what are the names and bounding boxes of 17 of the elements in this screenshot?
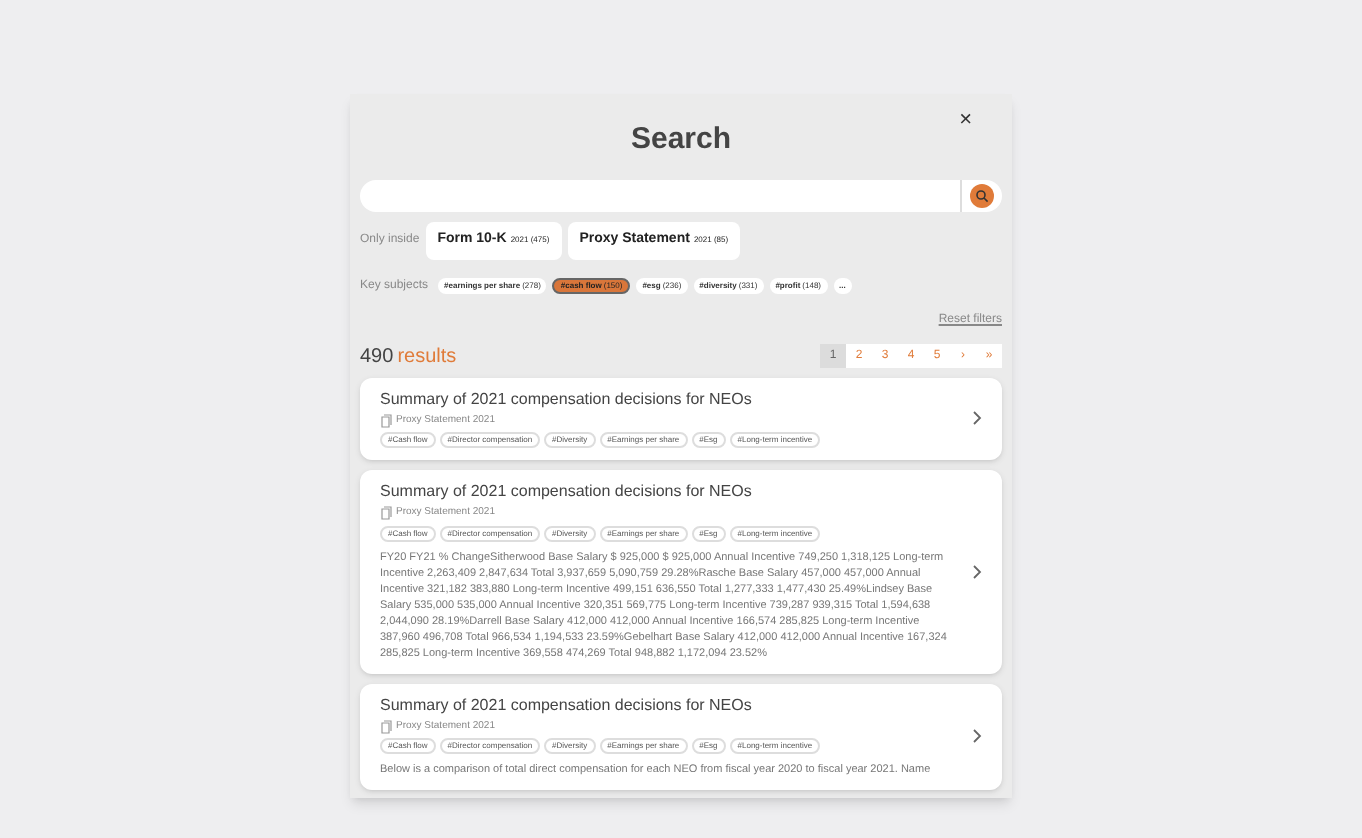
results-count: 490 <box>360 343 394 371</box>
result-title: Summary of 2021 compensation decisions for NEOs <box>380 389 754 409</box>
document-icon <box>380 719 392 734</box>
chevron-right-icon <box>972 410 982 427</box>
result-card[interactable] <box>360 683 1002 790</box>
results-label: results <box>397 343 457 371</box>
search-field[interactable] <box>360 179 1002 211</box>
result-card[interactable] <box>360 470 1002 673</box>
dialog-title: Search <box>630 120 732 160</box>
result-title: Summary of 2021 compensation decisions for NEOs <box>380 695 754 715</box>
search-icon[interactable] <box>970 183 994 207</box>
chevron-right-icon <box>972 728 982 745</box>
chevron-right-icon <box>972 563 982 580</box>
document-icon <box>380 506 392 521</box>
result-title: Summary of 2021 compensation decisions for NEOs <box>380 482 754 502</box>
document-icon <box>380 413 392 428</box>
close-button[interactable]: × <box>959 110 972 132</box>
